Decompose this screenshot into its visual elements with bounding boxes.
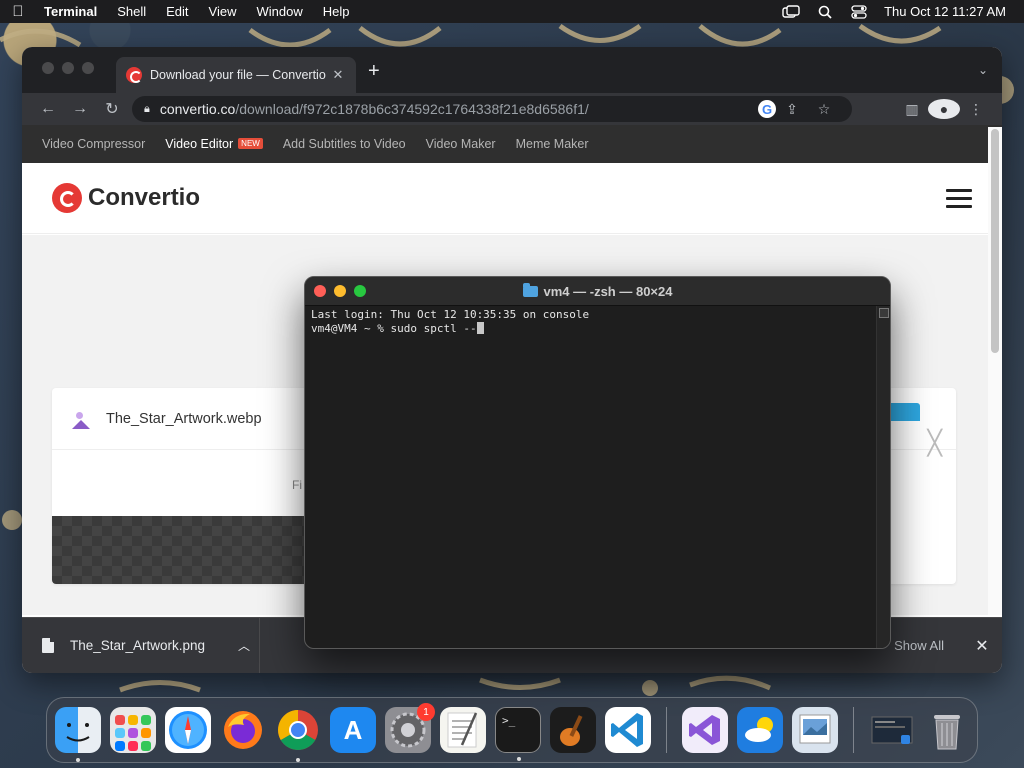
settings-notification-badge: 1 bbox=[417, 703, 435, 721]
garageband-icon[interactable] bbox=[550, 707, 596, 753]
tab-strip: Download your file — Convertio ✕ + ⌄ bbox=[22, 47, 1002, 93]
finder-running-dot bbox=[76, 758, 80, 762]
reload-icon[interactable]: ↻ bbox=[96, 99, 128, 119]
dock-separator bbox=[666, 707, 667, 753]
screen-mirroring-icon[interactable] bbox=[774, 4, 808, 19]
weather-icon[interactable] bbox=[737, 707, 783, 753]
app-store-icon[interactable]: A bbox=[330, 707, 376, 753]
minimize-window-icon[interactable] bbox=[62, 62, 74, 74]
browser-window-controls[interactable] bbox=[42, 62, 94, 74]
side-panel-icon[interactable]: ▥ bbox=[896, 101, 928, 118]
tab-title: Download your file — Convertio bbox=[150, 68, 326, 82]
file-name: The_Star_Artwork.webp bbox=[106, 410, 262, 427]
nav-video-maker[interactable]: Video Maker bbox=[426, 137, 496, 151]
image-file-icon bbox=[70, 408, 92, 430]
menu-window[interactable]: Window bbox=[247, 4, 313, 19]
document-icon bbox=[42, 638, 54, 653]
lock-icon[interactable]: 🔒︎ bbox=[144, 103, 150, 116]
terminal-output[interactable]: Last login: Thu Oct 12 10:35:35 on conso… bbox=[305, 306, 876, 648]
share-icon[interactable]: ⇪ bbox=[776, 101, 808, 118]
new-tab-button[interactable]: + bbox=[368, 61, 380, 81]
bookmark-star-icon[interactable]: ☆ bbox=[808, 101, 840, 118]
profile-avatar-icon: ● bbox=[928, 99, 960, 119]
convertio-top-nav: Video Compressor Video Editor NEW Add Sub… bbox=[22, 125, 1002, 163]
terminal-scroll-knob[interactable] bbox=[879, 308, 889, 318]
terminal-window[interactable]: vm4 — -zsh — 80×24 Last login: Thu Oct 1… bbox=[304, 276, 891, 649]
terminal-line-prompt: vm4@VM4 ~ % sudo spctl -- bbox=[311, 322, 870, 336]
firefox-icon[interactable] bbox=[220, 707, 266, 753]
zoom-window-icon[interactable] bbox=[82, 62, 94, 74]
tab-search-chevron-icon[interactable]: ⌄ bbox=[978, 63, 988, 77]
nav-meme-maker[interactable]: Meme Maker bbox=[516, 137, 589, 151]
terminal-minimize-icon[interactable] bbox=[334, 285, 346, 297]
file-status-text: Fi bbox=[292, 478, 302, 492]
launchpad-icon[interactable] bbox=[110, 707, 156, 753]
menu-shell[interactable]: Shell bbox=[107, 4, 156, 19]
url-path: /download/f972c1878b6c374592c1764338f21e… bbox=[235, 101, 589, 117]
tab-close-icon[interactable]: ✕ bbox=[330, 67, 346, 83]
terminal-title: vm4 — -zsh — 80×24 bbox=[543, 283, 673, 299]
profile-button[interactable]: ● bbox=[928, 99, 960, 119]
file-preview-area bbox=[52, 516, 312, 584]
dock-separator-2 bbox=[853, 707, 854, 753]
close-shelf-icon[interactable]: ✕ bbox=[964, 636, 1000, 656]
nav-video-editor-label: Video Editor bbox=[165, 137, 234, 151]
menu-clock[interactable]: Thu Oct 12 11:27 AM bbox=[876, 4, 1024, 19]
terminal-running-dot bbox=[517, 757, 521, 761]
terminal-scrollbar[interactable] bbox=[876, 306, 890, 648]
convertio-logo-icon[interactable] bbox=[52, 183, 82, 213]
trash-icon[interactable] bbox=[924, 707, 970, 753]
close-window-icon[interactable] bbox=[42, 62, 54, 74]
convertio-favicon-icon bbox=[126, 67, 142, 83]
nav-video-editor[interactable]: Video Editor NEW bbox=[165, 137, 263, 151]
menu-bar:  Terminal Shell Edit View Window Help T… bbox=[0, 0, 1024, 23]
terminal-command: vm4@VM4 ~ % sudo spctl -- bbox=[311, 322, 477, 335]
convertio-logo-text[interactable]: Convertio bbox=[88, 184, 200, 212]
spotlight-search-icon[interactable] bbox=[808, 5, 842, 19]
address-bar[interactable]: 🔒︎ convertio.co /download/f972c1878b6c37… bbox=[132, 96, 852, 122]
terminal-zoom-icon[interactable] bbox=[354, 285, 366, 297]
vscode-icon[interactable] bbox=[605, 707, 651, 753]
chrome-menu-icon[interactable]: ⋮ bbox=[960, 101, 992, 118]
menu-help[interactable]: Help bbox=[313, 4, 360, 19]
menu-edit[interactable]: Edit bbox=[156, 4, 198, 19]
forward-arrow-icon[interactable]: → bbox=[64, 100, 96, 118]
menu-app-name[interactable]: Terminal bbox=[36, 4, 107, 19]
preview-icon[interactable] bbox=[792, 707, 838, 753]
safari-icon[interactable] bbox=[165, 707, 211, 753]
terminal-line-login: Last login: Thu Oct 12 10:35:35 on conso… bbox=[311, 308, 590, 321]
back-arrow-icon[interactable]: ← bbox=[32, 100, 64, 118]
visual-studio-icon[interactable] bbox=[682, 707, 728, 753]
menu-view[interactable]: View bbox=[199, 4, 247, 19]
browser-toolbar: ← → ↻ 🔒︎ convertio.co /download/f972c187… bbox=[22, 93, 1002, 125]
page-scrollbar-thumb[interactable] bbox=[991, 129, 999, 353]
textedit-icon[interactable] bbox=[440, 707, 486, 753]
recent-window-icon[interactable] bbox=[869, 707, 915, 753]
dock: A 1 >_ bbox=[46, 697, 978, 763]
control-center-icon[interactable] bbox=[842, 4, 876, 19]
terminal-app-icon[interactable]: >_ bbox=[495, 707, 541, 761]
downloaded-file-item[interactable]: The_Star_Artwork.png ︿ bbox=[22, 617, 260, 673]
close-dialog-icon[interactable]: ╳ bbox=[928, 432, 942, 456]
hamburger-menu-icon[interactable] bbox=[946, 188, 972, 208]
terminal-titlebar[interactable]: vm4 — -zsh — 80×24 bbox=[305, 277, 890, 306]
chrome-icon[interactable] bbox=[275, 707, 321, 762]
apple-menu-icon[interactable]:  bbox=[0, 3, 36, 20]
finder-icon[interactable] bbox=[55, 707, 101, 762]
system-settings-icon[interactable]: 1 bbox=[385, 703, 435, 753]
nav-video-compressor[interactable]: Video Compressor bbox=[42, 137, 145, 151]
chevron-up-icon[interactable]: ︿ bbox=[229, 637, 259, 654]
folder-icon bbox=[522, 282, 538, 297]
terminal-close-icon[interactable] bbox=[314, 285, 326, 297]
nav-add-subtitles[interactable]: Add Subtitles to Video bbox=[283, 137, 406, 151]
chrome-running-dot bbox=[296, 758, 300, 762]
convertio-header: Convertio bbox=[22, 163, 1002, 234]
url-host: convertio.co bbox=[159, 101, 236, 117]
show-all-downloads-button[interactable]: Show All bbox=[894, 638, 944, 653]
new-badge: NEW bbox=[238, 138, 263, 149]
google-lens-icon[interactable]: G bbox=[758, 100, 776, 118]
text-cursor bbox=[476, 322, 484, 334]
downloaded-file-name: The_Star_Artwork.png bbox=[70, 638, 206, 653]
tab-convertio-download[interactable]: Download your file — Convertio ✕ bbox=[116, 57, 356, 93]
